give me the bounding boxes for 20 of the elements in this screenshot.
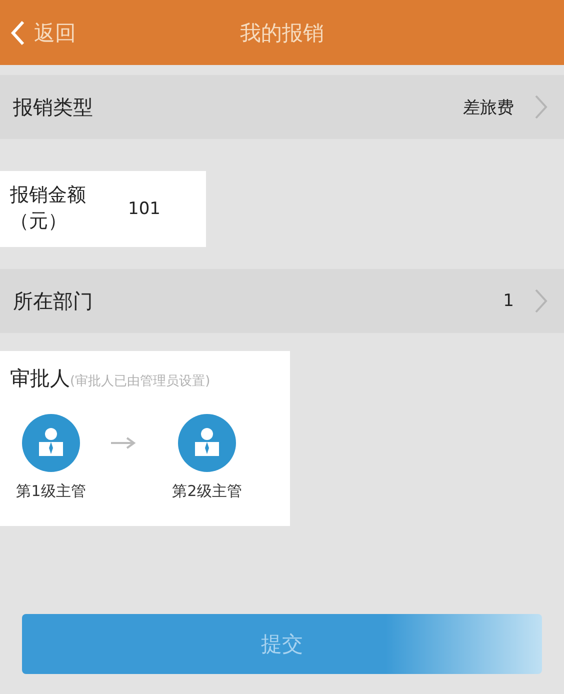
field-label: 报销金额（元） [10, 183, 87, 234]
expense-type-row[interactable]: 报销类型 差旅费 [0, 75, 564, 139]
chevron-left-icon [10, 20, 26, 46]
person-icon [178, 414, 236, 472]
page-title: 我的报销 [240, 20, 324, 46]
person-icon [22, 414, 80, 472]
field-label: 报销类型 [13, 94, 94, 120]
arrow-right-icon [110, 436, 136, 448]
section-title: 审批人 [10, 365, 70, 392]
field-label: 所在部门 [13, 288, 94, 314]
chevron-right-icon [534, 94, 548, 120]
field-value: 1 [503, 291, 514, 311]
field-value: 101 [128, 199, 160, 219]
chevron-right-icon [534, 288, 548, 314]
amount-field[interactable]: 报销金额（元） 101 [0, 171, 206, 247]
department-row[interactable]: 所在部门 1 [0, 269, 564, 333]
approver-label: 第1级主管 [16, 482, 86, 501]
approver-label: 第2级主管 [172, 482, 242, 501]
field-value: 差旅费 [463, 96, 514, 118]
hint-text: (审批人已由管理员设置) [70, 373, 210, 390]
